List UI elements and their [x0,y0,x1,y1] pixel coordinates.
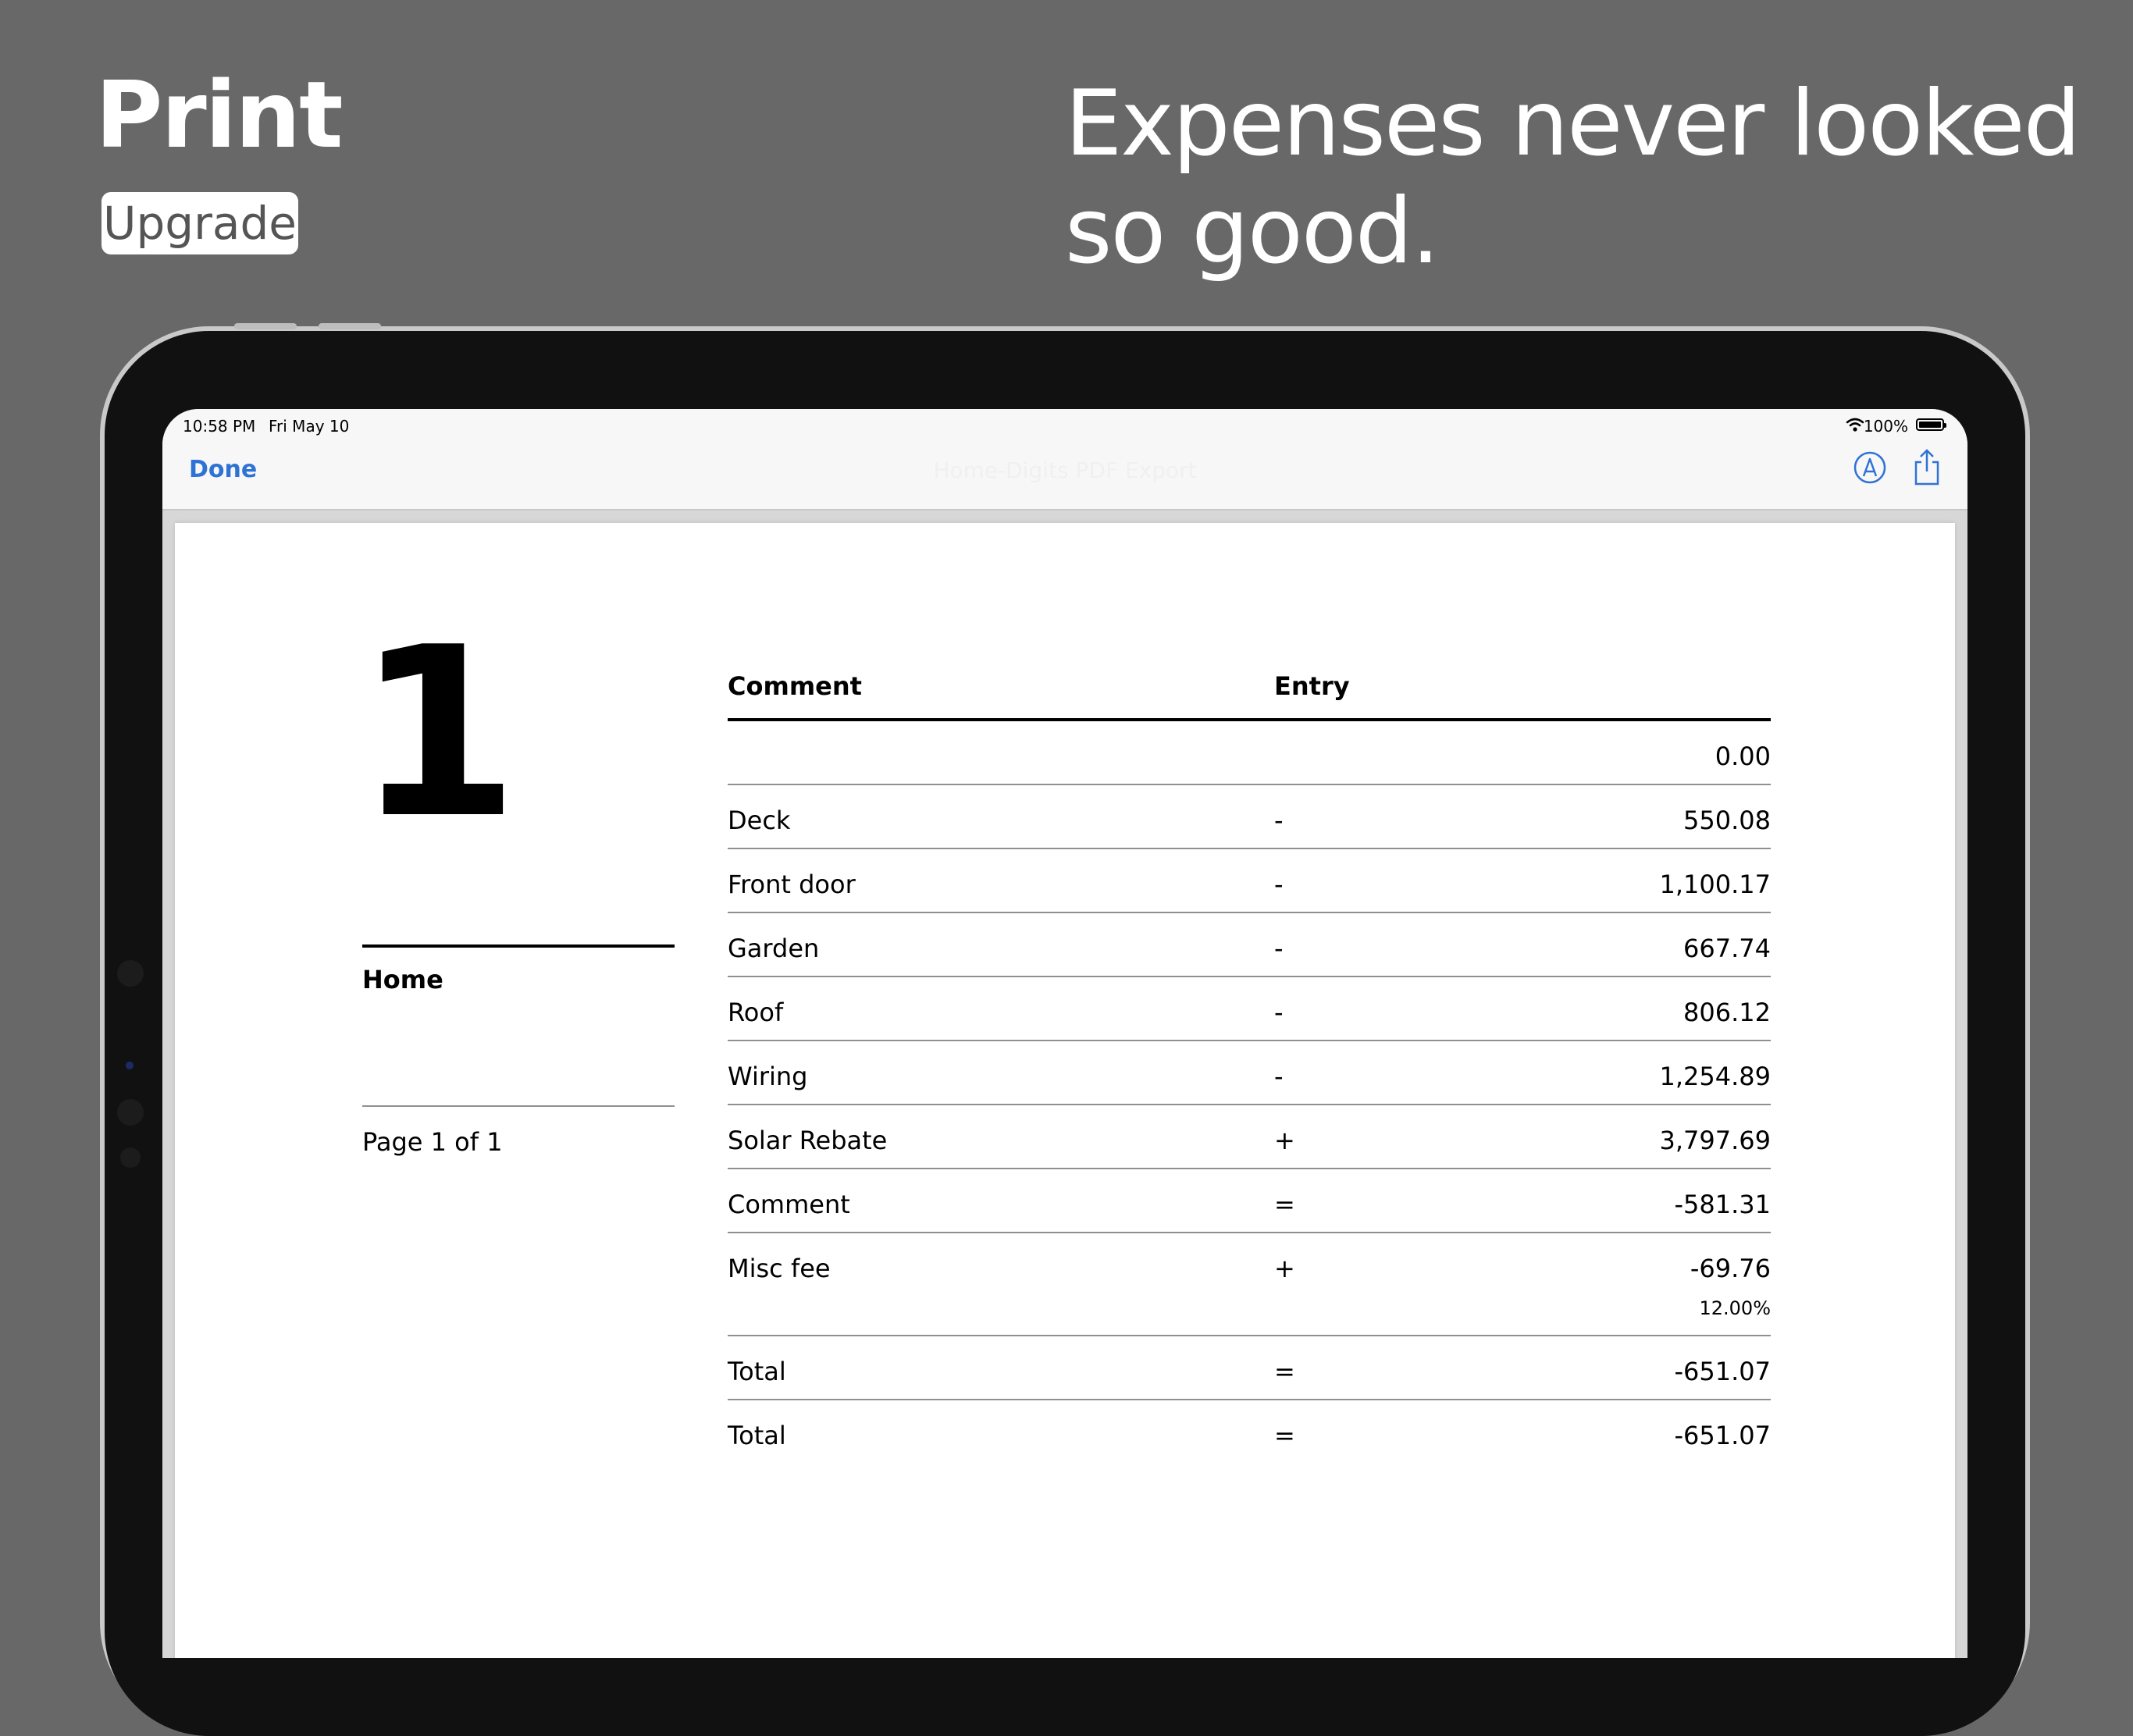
row-operator: + [1274,1254,1295,1283]
top-button [319,323,381,329]
table-row: Total = -651.07 [728,1336,1771,1400]
row-operator: + [1274,1126,1295,1155]
pdf-page: 1 Home Page 1 of 1 Comment Entry 0.00 De… [175,523,1955,1658]
headline: Expenses never looked so good. [1065,71,2081,284]
row-comment: Wiring [728,1062,808,1091]
status-time: 10:58 PM [183,417,256,436]
row-amount: 667.74 [1683,934,1771,963]
screen: 10:58 PM Fri May 10 100% Done Home-Digit… [162,409,1967,1658]
battery-icon [1916,418,1946,431]
print-title: Print [95,61,344,169]
row-amount: 1,254.89 [1659,1062,1772,1091]
divider-thick [362,944,675,948]
table-row: Deck - 550.08 [728,785,1771,849]
table-row: Comment = -581.31 [728,1169,1771,1233]
row-comment: Total [728,1421,786,1450]
status-date: Fri May 10 [269,417,350,436]
table-row: 0.00 [728,721,1771,785]
table-row: Total = -651.07 [728,1400,1771,1463]
row-amount: -651.07 [1674,1357,1771,1386]
column-header-entry: Entry [1274,671,1350,701]
row-amount: 1,100.17 [1659,870,1772,899]
row-amount: 550.08 [1683,806,1771,835]
page-number-large: 1 [356,597,519,870]
row-operator: = [1274,1421,1295,1450]
row-operator: - [1274,934,1284,963]
row-comment: Deck [728,806,791,835]
row-amount: 0.00 [1715,742,1771,771]
row-comment: Solar Rebate [728,1126,888,1155]
row-comment: Total [728,1357,786,1386]
sensor-dot [126,1062,134,1069]
markup-icon[interactable] [1852,450,1888,486]
camera-dot [117,960,144,987]
row-operator: = [1274,1190,1295,1219]
nav-title: Home-Digits PDF Export [933,457,1197,483]
table-row: Solar Rebate + 3,797.69 [728,1105,1771,1169]
table-row: Front door - 1,100.17 [728,849,1771,913]
row-operator: - [1274,1062,1284,1091]
table-row: Garden - 667.74 [728,913,1771,977]
row-comment: Front door [728,870,856,899]
table-row: Wiring - 1,254.89 [728,1041,1771,1105]
top-button [234,323,297,329]
share-icon[interactable] [1910,448,1944,487]
status-bar: 10:58 PM Fri May 10 100% [162,409,1967,440]
row-comment: Roof [728,998,784,1027]
column-header-comment: Comment [728,671,862,701]
battery-percent: 100% [1863,417,1908,436]
wifi-icon [1846,418,1864,432]
row-comment: Misc fee [728,1254,831,1283]
row-amount: 806.12 [1683,998,1771,1027]
table-header: Comment Entry [728,660,1771,721]
table-row: Roof - 806.12 [728,977,1771,1041]
row-amount: -69.76 [1690,1254,1771,1283]
entries-table: Comment Entry 0.00 Deck - 550.08 Front d… [728,660,1771,1463]
row-amount: -651.07 [1674,1421,1771,1450]
row-percentage: 12.00% [1699,1297,1771,1319]
camera-dot [120,1147,141,1168]
row-operator: - [1274,806,1284,835]
divider-thin [362,1105,675,1107]
row-operator: - [1274,998,1284,1027]
section-name: Home [362,965,443,994]
row-comment: Garden [728,934,820,963]
upgrade-badge[interactable]: Upgrade [101,192,298,254]
page-indicator: Page 1 of 1 [362,1127,503,1157]
row-amount: -581.31 [1674,1190,1771,1219]
navigation-bar: Done Home-Digits PDF Export [162,440,1967,510]
row-operator: - [1274,870,1284,899]
row-amount: 3,797.69 [1659,1126,1772,1155]
row-operator: = [1274,1357,1295,1386]
table-row: Misc fee + -69.76 12.00% [728,1233,1771,1336]
row-comment: Comment [728,1190,850,1219]
camera-dot [117,1099,144,1126]
